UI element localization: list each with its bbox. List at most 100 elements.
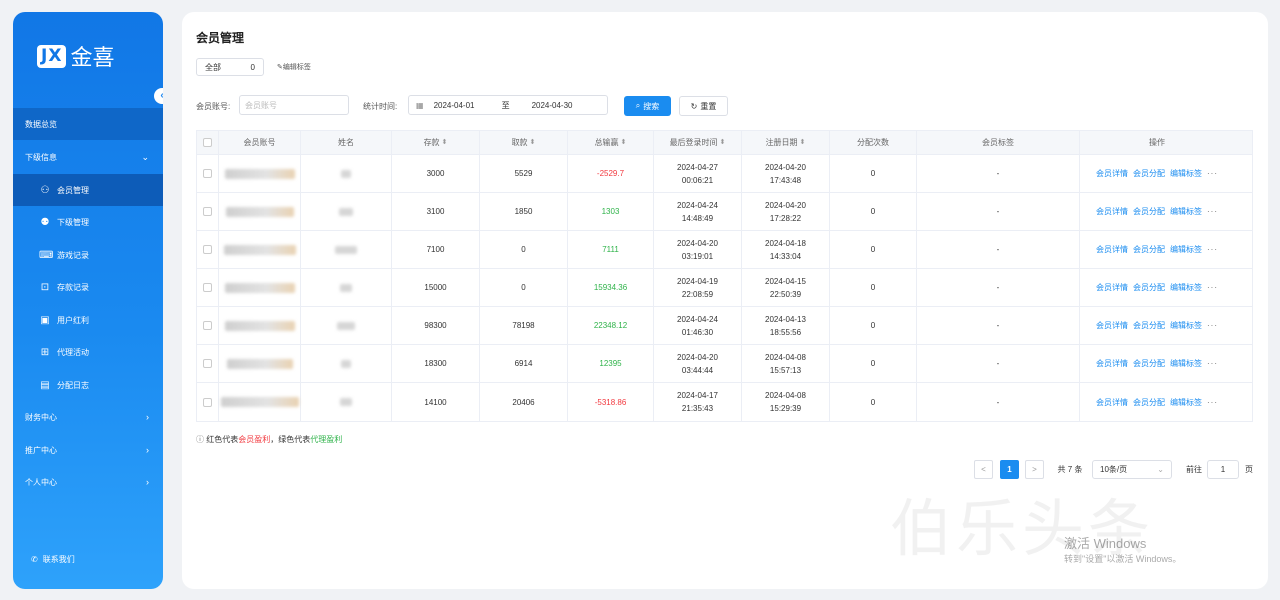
row-checkbox[interactable] [197, 155, 219, 192]
bonus-icon: ▣ [40, 314, 50, 326]
member-assign-link[interactable]: 会员分配 [1133, 243, 1165, 256]
member-name-cell [301, 193, 392, 230]
member-account-cell [219, 231, 301, 268]
winloss-cell: 7111 [568, 231, 654, 268]
table-row: 3000 5529 -2529.7 2024-04-27 00:06:21 2024-04… [197, 155, 1252, 193]
next-page-button[interactable]: > [1025, 460, 1044, 479]
member-detail-link[interactable]: 会员详情 [1096, 243, 1128, 256]
sidebar-item-finance[interactable]: 财务中心 › [13, 401, 163, 433]
sidebar-item-allocation-log[interactable]: ▤ 分配日志 [13, 369, 163, 401]
edit-tag-link[interactable]: ✎编辑标签 [277, 62, 311, 72]
table-header: 会员账号 姓名 存款 ⬍ 取款 ⬍ 总输赢 ⬍ 最后登录时间 ⬍ 注册日期 ⬍ 分配次数 … [197, 131, 1252, 155]
sidebar-item-subordinate-management[interactable]: ⚉ 下级管理 [13, 206, 163, 238]
alloc-count-cell: 0 [830, 231, 917, 268]
member-assign-link[interactable]: 会员分配 [1133, 167, 1165, 180]
more-icon[interactable]: ··· [1207, 281, 1218, 294]
member-account-cell [219, 307, 301, 344]
table-body: 3000 5529 -2529.7 2024-04-27 00:06:21 2024-04… [197, 155, 1252, 421]
sidebar-item-label: 推广中心 [25, 445, 57, 455]
member-assign-link[interactable]: 会员分配 [1133, 281, 1165, 294]
edit-tag-link[interactable]: 编辑标签 [1170, 281, 1202, 294]
more-icon[interactable]: ··· [1207, 357, 1218, 370]
sidebar-item-promotion[interactable]: 推广中心 › [13, 434, 163, 466]
sidebar-item-member-management[interactable]: ⚇ 会员管理 [13, 174, 163, 206]
goto-page-input[interactable]: 1 [1207, 460, 1239, 479]
edit-tag-link[interactable]: 编辑标签 [1170, 205, 1202, 218]
row-checkbox[interactable] [197, 231, 219, 268]
more-icon[interactable]: ··· [1207, 205, 1218, 218]
member-assign-link[interactable]: 会员分配 [1133, 319, 1165, 332]
table-row: 98300 78198 22348.12 2024-04-24 01:46:30 2024… [197, 307, 1252, 345]
actions-cell: 会员详情 会员分配 编辑标签 ··· [1080, 193, 1234, 230]
sidebar-item-label: 分配日志 [57, 380, 89, 390]
row-checkbox[interactable] [197, 345, 219, 382]
sidebar-item-overview[interactable]: 数据总览 [13, 108, 163, 140]
member-tag-cell: - [917, 345, 1080, 382]
date-separator: 至 [501, 100, 510, 110]
edit-tag-link[interactable]: 编辑标签 [1170, 319, 1202, 332]
sidebar-item-personal[interactable]: 个人中心 › [13, 466, 163, 498]
sidebar-item-label: 用户红利 [57, 315, 89, 325]
row-checkbox[interactable] [197, 383, 219, 421]
member-detail-link[interactable]: 会员详情 [1096, 205, 1128, 218]
page-size-select[interactable]: 10条/页 ⌄ [1092, 460, 1172, 479]
goto-label: 前往 [1186, 465, 1202, 474]
contact-us-link[interactable]: ✆ 联系我们 [31, 554, 75, 565]
calendar-icon: ▤ [40, 379, 50, 391]
actions-cell: 会员详情 会员分配 编辑标签 ··· [1080, 383, 1234, 421]
row-checkbox[interactable] [197, 269, 219, 306]
search-button[interactable]: ⌕ 搜索 [624, 96, 671, 116]
member-assign-link[interactable]: 会员分配 [1133, 396, 1165, 409]
header-deposit[interactable]: 存款 ⬍ [392, 131, 480, 154]
more-icon[interactable]: ··· [1207, 167, 1218, 180]
edit-tag-link[interactable]: 编辑标签 [1170, 167, 1202, 180]
winloss-cell: 1303 [568, 193, 654, 230]
member-detail-link[interactable]: 会员详情 [1096, 396, 1128, 409]
account-input[interactable]: 会员账号 [239, 95, 349, 115]
select-all-checkbox[interactable] [197, 131, 219, 154]
edit-tag-link[interactable]: 编辑标签 [1170, 243, 1202, 256]
date-range-picker[interactable]: ▦ 2024-04-01 至 2024-04-30 [408, 95, 608, 115]
sidebar-item-label: 会员管理 [57, 185, 89, 195]
chevron-down-icon: ⌄ [141, 151, 149, 162]
header-withdraw[interactable]: 取款 ⬍ [480, 131, 568, 154]
member-assign-link[interactable]: 会员分配 [1133, 357, 1165, 370]
row-checkbox[interactable] [197, 193, 219, 230]
page-size-value: 10条/页 [1100, 465, 1128, 474]
sidebar-item-label: 代理活动 [57, 347, 89, 357]
member-detail-link[interactable]: 会员详情 [1096, 167, 1128, 180]
sidebar-item-deposit-records[interactable]: ⊡ 存款记录 [13, 271, 163, 303]
winloss-cell: 22348.12 [568, 307, 654, 344]
header-reg-date[interactable]: 注册日期 ⬍ [742, 131, 830, 154]
more-icon[interactable]: ··· [1207, 396, 1218, 409]
withdraw-cell: 1850 [480, 193, 568, 230]
header-tag: 会员标签 [917, 131, 1080, 154]
actions-cell: 会员详情 会员分配 编辑标签 ··· [1080, 155, 1234, 192]
member-detail-link[interactable]: 会员详情 [1096, 319, 1128, 332]
info-icon: ⓘ [196, 435, 204, 444]
more-icon[interactable]: ··· [1207, 243, 1218, 256]
tag-filter-all[interactable]: 全部 0 [196, 58, 264, 76]
sidebar-item-subordinate-info[interactable]: 下级信息 ⌄ [13, 141, 163, 173]
member-detail-link[interactable]: 会员详情 [1096, 357, 1128, 370]
prev-page-button[interactable]: < [974, 460, 993, 479]
reset-button-label: 重置 [700, 101, 717, 111]
reset-button[interactable]: ↻ 重置 [679, 96, 728, 116]
table-row: 7100 0 7111 2024-04-20 03:19:01 2024-04-18 14:… [197, 231, 1252, 269]
sidebar-item-user-bonus[interactable]: ▣ 用户红利 [13, 304, 163, 336]
logo: JX 金喜 [37, 40, 114, 72]
member-tag-cell: - [917, 231, 1080, 268]
edit-tag-link[interactable]: 编辑标签 [1170, 396, 1202, 409]
sidebar-item-game-records[interactable]: ⌨ 游戏记录 [13, 239, 163, 271]
edit-tag-link[interactable]: 编辑标签 [1170, 357, 1202, 370]
collapse-sidebar-icon[interactable]: ‹ [154, 88, 163, 104]
header-last-login[interactable]: 最后登录时间 ⬍ [654, 131, 742, 154]
page-1-button[interactable]: 1 [1000, 460, 1019, 479]
member-assign-link[interactable]: 会员分配 [1133, 205, 1165, 218]
row-checkbox[interactable] [197, 307, 219, 344]
more-icon[interactable]: ··· [1207, 319, 1218, 332]
member-detail-link[interactable]: 会员详情 [1096, 281, 1128, 294]
actions-cell: 会员详情 会员分配 编辑标签 ··· [1080, 307, 1234, 344]
sidebar-item-agent-activity[interactable]: ⊞ 代理活动 [13, 336, 163, 368]
header-winloss[interactable]: 总输赢 ⬍ [568, 131, 654, 154]
